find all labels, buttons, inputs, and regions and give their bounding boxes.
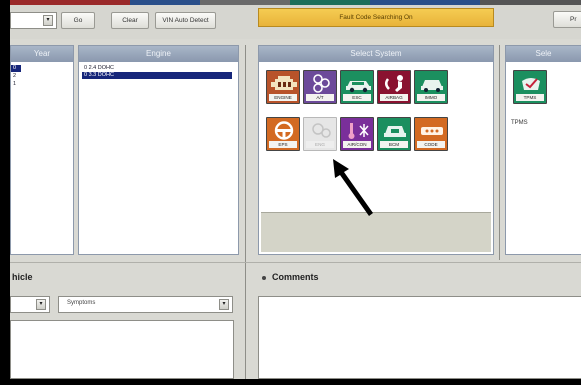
system-label: AIR/CON bbox=[343, 141, 371, 148]
year-panel-header: Year bbox=[11, 46, 73, 62]
fault-code-search-toggle[interactable]: Fault Code Searching On bbox=[258, 8, 494, 27]
select-subsystem-panel: Sele TPMS TPMS bbox=[505, 45, 581, 255]
thermometer-snowflake-icon bbox=[348, 123, 369, 139]
system-button-airbag[interactable]: AIRBAG bbox=[377, 70, 411, 104]
system-label: ENG bbox=[306, 141, 334, 148]
symptoms-list[interactable] bbox=[10, 320, 234, 379]
system-label: A/T bbox=[306, 94, 334, 101]
tpms-caption: TPMS bbox=[511, 120, 528, 126]
transmission-icon bbox=[313, 74, 330, 93]
system-label: CODE bbox=[417, 141, 445, 148]
subsystem-panel-header: Sele bbox=[506, 46, 581, 62]
clear-button[interactable]: Clear bbox=[111, 12, 149, 29]
system-label: ESC bbox=[343, 94, 371, 101]
dropdown-arrow-icon[interactable]: ▾ bbox=[43, 15, 53, 26]
system-button-aircon[interactable]: AIR/CON bbox=[340, 117, 374, 151]
comments-section-title: Comments bbox=[272, 272, 319, 282]
symptoms-select-value: Symptoms bbox=[67, 300, 96, 306]
go-button[interactable]: Go bbox=[61, 12, 95, 29]
comments-textarea[interactable] bbox=[258, 296, 581, 379]
vehicle-section-title: hicle bbox=[12, 272, 33, 282]
vin-auto-detect-button[interactable]: VIN Auto Detect bbox=[155, 12, 216, 29]
symptoms-select[interactable]: Symptoms ▾ bbox=[58, 296, 233, 313]
car-stability-icon bbox=[346, 81, 371, 93]
vehicle-select[interactable]: ▾ bbox=[10, 12, 57, 29]
engine-icon bbox=[271, 76, 297, 90]
gear-icon bbox=[312, 123, 331, 138]
steering-wheel-icon bbox=[274, 121, 294, 140]
toolbar: ▾ Go Clear VIN Auto Detect Fault Code Se… bbox=[0, 5, 581, 39]
column-divider bbox=[245, 45, 246, 385]
system-button-tpms[interactable]: TPMS bbox=[513, 70, 547, 104]
key-code-icon bbox=[421, 127, 443, 135]
engine-row[interactable]: 0 2.4 DOHC bbox=[82, 65, 232, 72]
dropdown-arrow-icon[interactable]: ▾ bbox=[219, 299, 229, 310]
system-label: ENGINE bbox=[269, 94, 297, 101]
tire-pressure-icon bbox=[522, 78, 540, 90]
section-divider bbox=[10, 262, 581, 263]
system-button-eng-disabled[interactable]: ENG bbox=[303, 117, 337, 151]
window-frame-left bbox=[0, 0, 10, 385]
engine-list-panel: Engine 0 2.4 DOHC 0 3.3 DOHC bbox=[78, 45, 239, 255]
system-label: IMMO bbox=[417, 94, 445, 101]
system-panel-header: Select System bbox=[259, 46, 493, 62]
system-label: EPS bbox=[269, 141, 297, 148]
system-button-code[interactable]: CODE bbox=[414, 117, 448, 151]
bullet-icon bbox=[262, 276, 266, 280]
year-row[interactable]: 2 bbox=[11, 73, 16, 80]
engine-row-selected[interactable]: 0 3.3 DOHC bbox=[82, 72, 232, 79]
column-divider bbox=[499, 45, 500, 260]
system-label: BCM bbox=[380, 141, 408, 148]
system-label: AIRBAG bbox=[380, 94, 408, 101]
year-row[interactable]: 1 bbox=[11, 81, 16, 88]
window-frame-bottom bbox=[0, 379, 581, 385]
year-row-selected[interactable]: 0 bbox=[11, 65, 21, 72]
year-list-panel: Year 0 2 1 bbox=[10, 45, 74, 255]
dropdown-arrow-icon[interactable]: ▾ bbox=[36, 299, 46, 310]
immobilizer-key-icon bbox=[421, 80, 443, 92]
airbag-icon bbox=[385, 75, 403, 92]
system-button-bcm[interactable]: BCM bbox=[377, 117, 411, 151]
pointer-arrow-icon bbox=[333, 159, 373, 216]
system-button-engine[interactable]: ENGINE bbox=[266, 70, 300, 104]
select-system-panel: Select System ENGINE A/T ESC AIRBAG IMMO… bbox=[258, 45, 494, 255]
system-button-immo[interactable]: IMMO bbox=[414, 70, 448, 104]
system-label: TPMS bbox=[516, 94, 544, 101]
vehicle-filter-select[interactable]: ▾ bbox=[10, 296, 50, 313]
print-button[interactable]: Pr bbox=[553, 11, 581, 28]
system-button-esc[interactable]: ESC bbox=[340, 70, 374, 104]
system-button-eps[interactable]: EPS bbox=[266, 117, 300, 151]
system-button-at[interactable]: A/T bbox=[303, 70, 337, 104]
engine-panel-header: Engine bbox=[79, 46, 238, 62]
body-control-icon bbox=[384, 126, 406, 137]
